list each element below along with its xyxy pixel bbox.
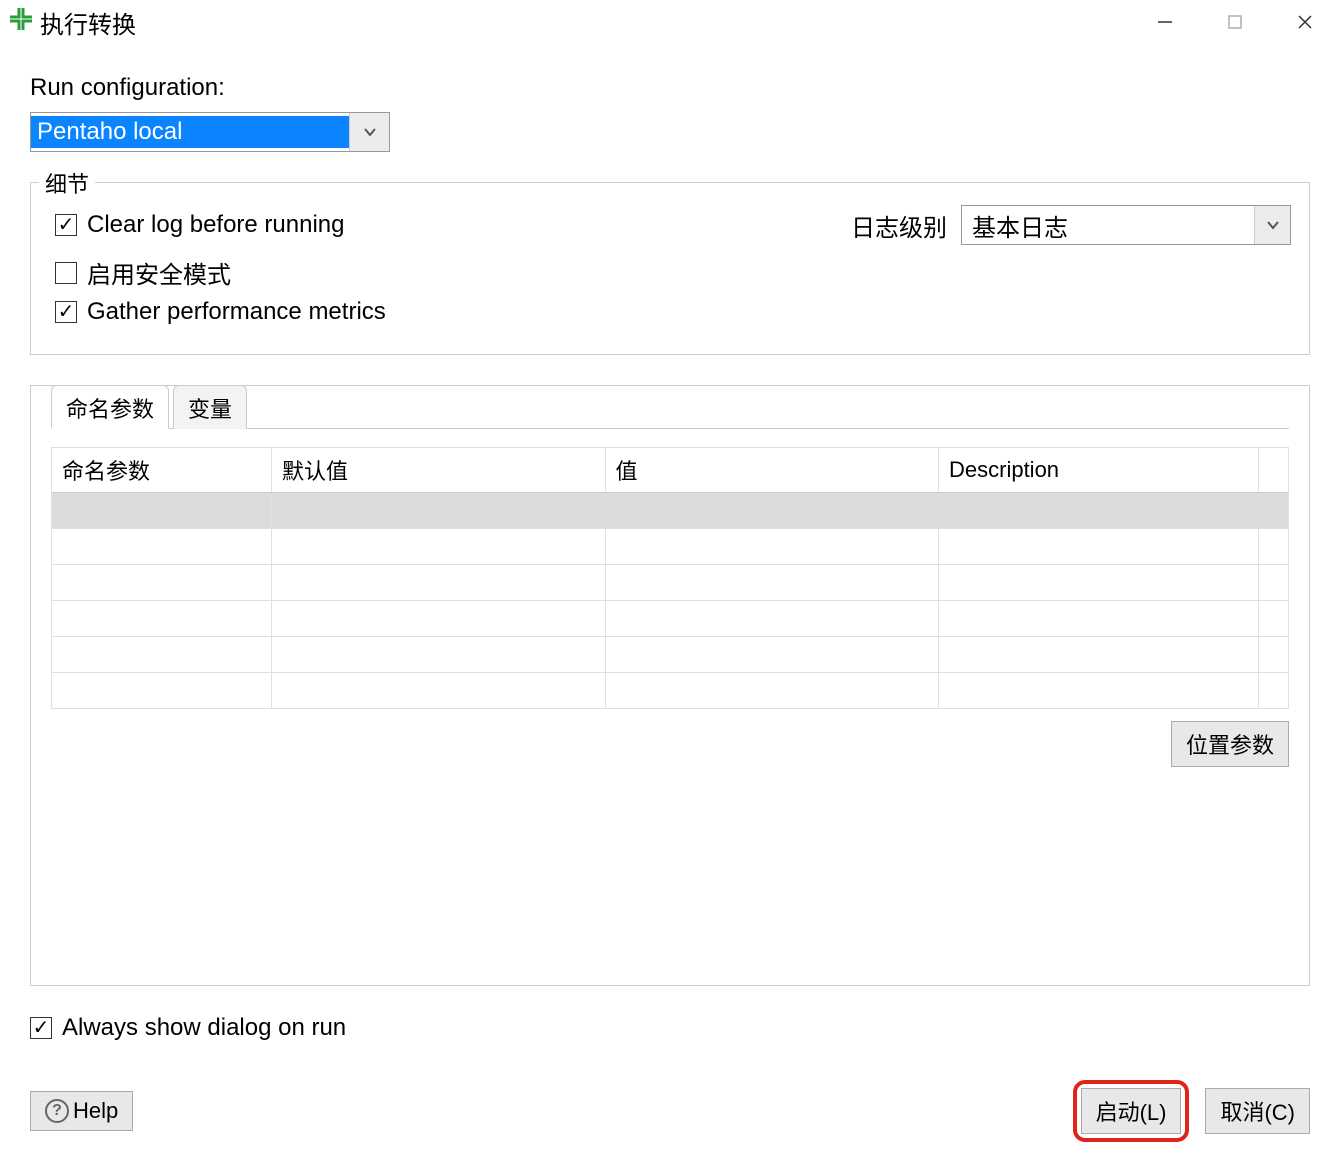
params-table[interactable]: 命名参数 默认值 值 Description <box>51 447 1289 709</box>
col-value[interactable]: 值 <box>605 448 939 493</box>
run-config-label: Run configuration: <box>30 74 1310 102</box>
checkmark-icon <box>55 214 77 236</box>
maximize-button[interactable] <box>1200 0 1270 44</box>
table-row[interactable] <box>52 673 1289 709</box>
always-show-label: Always show dialog on run <box>62 1014 346 1042</box>
help-button[interactable]: ? Help <box>30 1091 133 1131</box>
run-config-select[interactable]: Pentaho local <box>30 112 390 152</box>
minimize-button[interactable] <box>1130 0 1200 44</box>
gather-metrics-label: Gather performance metrics <box>87 298 386 326</box>
table-row[interactable] <box>52 637 1289 673</box>
log-level-label: 日志级别 <box>851 208 947 243</box>
chevron-down-icon <box>1254 206 1290 244</box>
launch-button[interactable]: 启动(L) <box>1081 1088 1182 1134</box>
run-config-value: Pentaho local <box>31 116 349 148</box>
col-default[interactable]: 默认值 <box>272 448 606 493</box>
col-spacer <box>1259 448 1289 493</box>
tab-named-params[interactable]: 命名参数 <box>51 385 169 429</box>
tab-variables[interactable]: 变量 <box>173 385 247 429</box>
window-title: 执行转换 <box>40 5 136 40</box>
position-params-button[interactable]: 位置参数 <box>1171 721 1289 767</box>
titlebar: 执行转换 <box>0 0 1340 44</box>
gather-metrics-checkbox[interactable]: Gather performance metrics <box>55 298 1285 326</box>
log-level-value: 基本日志 <box>962 206 1254 245</box>
close-button[interactable] <box>1270 0 1340 44</box>
col-param[interactable]: 命名参数 <box>52 448 272 493</box>
col-description[interactable]: Description <box>939 448 1259 493</box>
log-level-select[interactable]: 基本日志 <box>961 205 1291 245</box>
table-row[interactable] <box>52 493 1289 529</box>
checkmark-icon <box>30 1017 52 1039</box>
table-header-row: 命名参数 默认值 值 Description <box>52 448 1289 493</box>
table-row[interactable] <box>52 601 1289 637</box>
launch-highlight: 启动(L) <box>1073 1080 1190 1142</box>
cancel-button[interactable]: 取消(C) <box>1205 1088 1310 1134</box>
details-group: 细节 Clear log before running 日志级别 基本日志 <box>30 182 1310 355</box>
help-label: Help <box>73 1098 118 1124</box>
help-icon: ? <box>45 1099 69 1123</box>
chevron-down-icon <box>349 113 389 151</box>
safe-mode-checkbox[interactable]: 启用安全模式 <box>55 255 1285 290</box>
table-row[interactable] <box>52 529 1289 565</box>
clear-log-checkbox[interactable]: Clear log before running <box>55 211 845 239</box>
checkbox-empty-icon <box>55 262 77 284</box>
details-legend: 细节 <box>39 167 95 199</box>
always-show-checkbox[interactable]: Always show dialog on run <box>30 1014 1310 1042</box>
clear-log-label: Clear log before running <box>87 211 345 239</box>
checkmark-icon <box>55 301 77 323</box>
safe-mode-label: 启用安全模式 <box>87 255 231 290</box>
app-icon <box>8 6 34 38</box>
table-row[interactable] <box>52 565 1289 601</box>
params-panel: 命名参数 变量 命名参数 默认值 值 Description <box>30 385 1310 986</box>
